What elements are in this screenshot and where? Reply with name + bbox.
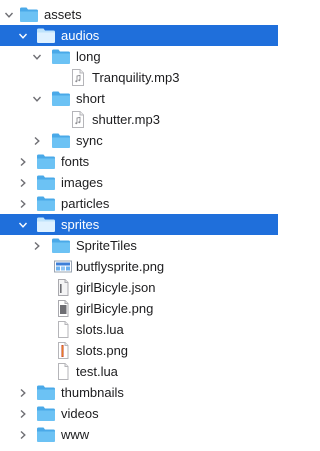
chevron-down-icon[interactable] bbox=[2, 4, 16, 25]
chevron-right-icon[interactable] bbox=[16, 403, 30, 424]
tree-row-label: short bbox=[76, 91, 105, 106]
tree-row-long[interactable]: long bbox=[0, 46, 278, 67]
folder-icon bbox=[36, 27, 56, 44]
tree-row-label: girlBicyle.json bbox=[76, 280, 156, 295]
tree-row-slots-png[interactable]: slots.png bbox=[0, 340, 278, 361]
tree-row-images[interactable]: images bbox=[0, 172, 278, 193]
folder-icon bbox=[36, 426, 56, 443]
chevron-down-icon[interactable] bbox=[16, 25, 30, 46]
folder-icon bbox=[36, 384, 56, 401]
folder-icon bbox=[36, 405, 56, 422]
tree-row-label: Tranquility.mp3 bbox=[92, 70, 180, 85]
tree-row-butflysprite-png[interactable]: butflysprite.png bbox=[0, 256, 278, 277]
image-file-icon bbox=[53, 342, 73, 359]
tree-row-label: slots.png bbox=[76, 343, 129, 358]
folder-icon bbox=[36, 216, 56, 233]
tree-row-label: sync bbox=[76, 133, 103, 148]
json-file-icon bbox=[53, 279, 73, 296]
tree-row-label: butflysprite.png bbox=[76, 259, 165, 274]
image-file-icon bbox=[53, 258, 73, 275]
text-file-icon bbox=[53, 363, 73, 380]
tree-row-assets[interactable]: assets bbox=[0, 4, 278, 25]
folder-icon bbox=[36, 153, 56, 170]
tree-row-spritetiles[interactable]: SpriteTiles bbox=[0, 235, 278, 256]
tree-row-shutter-mp3[interactable]: shutter.mp3 bbox=[0, 109, 278, 130]
folder-icon bbox=[51, 132, 71, 149]
tree-row-label: girlBicyle.png bbox=[76, 301, 154, 316]
tree-row-slots-lua[interactable]: slots.lua bbox=[0, 319, 278, 340]
tree-row-label: images bbox=[61, 175, 103, 190]
tree-row-audios[interactable]: audios bbox=[0, 25, 278, 46]
folder-icon bbox=[36, 174, 56, 191]
audio-file-icon bbox=[68, 111, 88, 128]
chevron-right-icon[interactable] bbox=[16, 193, 30, 214]
tree-row-label: SpriteTiles bbox=[76, 238, 137, 253]
tree-row-fonts[interactable]: fonts bbox=[0, 151, 278, 172]
folder-icon bbox=[19, 6, 39, 23]
tree-row-particles[interactable]: particles bbox=[0, 193, 278, 214]
image-file-icon bbox=[53, 300, 73, 317]
audio-file-icon bbox=[68, 69, 88, 86]
tree-row-label: sprites bbox=[61, 217, 100, 232]
tree-row-label: test.lua bbox=[76, 364, 118, 379]
tree-row-label: www bbox=[61, 427, 90, 442]
tree-row-label: long bbox=[76, 49, 101, 64]
tree-row-label: audios bbox=[61, 28, 100, 43]
folder-icon bbox=[36, 195, 56, 212]
tree-row-label: shutter.mp3 bbox=[92, 112, 160, 127]
chevron-right-icon[interactable] bbox=[30, 235, 44, 256]
chevron-down-icon[interactable] bbox=[30, 46, 44, 67]
tree-row-label: assets bbox=[44, 7, 82, 22]
chevron-right-icon[interactable] bbox=[16, 172, 30, 193]
tree-row-label: slots.lua bbox=[76, 322, 124, 337]
tree-row-label: fonts bbox=[61, 154, 90, 169]
tree-row-short[interactable]: short bbox=[0, 88, 278, 109]
tree-row-sprites[interactable]: sprites bbox=[0, 214, 278, 235]
tree-row-girlbicyle-png[interactable]: girlBicyle.png bbox=[0, 298, 278, 319]
chevron-right-icon[interactable] bbox=[16, 424, 30, 445]
tree-row-tranquility-mp3[interactable]: Tranquility.mp3 bbox=[0, 67, 278, 88]
chevron-right-icon[interactable] bbox=[30, 130, 44, 151]
folder-icon bbox=[51, 237, 71, 254]
chevron-down-icon[interactable] bbox=[30, 88, 44, 109]
tree-row-label: thumbnails bbox=[61, 385, 124, 400]
chevron-down-icon[interactable] bbox=[16, 214, 30, 235]
tree-row-thumbnails[interactable]: thumbnails bbox=[0, 382, 278, 403]
tree-row-girlbicyle-json[interactable]: girlBicyle.json bbox=[0, 277, 278, 298]
folder-icon bbox=[51, 90, 71, 107]
text-file-icon bbox=[53, 321, 73, 338]
tree-row-sync[interactable]: sync bbox=[0, 130, 278, 151]
tree-row-label: videos bbox=[61, 406, 99, 421]
chevron-right-icon[interactable] bbox=[16, 151, 30, 172]
tree-row-www[interactable]: www bbox=[0, 424, 278, 445]
tree-row-label: particles bbox=[61, 196, 110, 211]
tree-row-videos[interactable]: videos bbox=[0, 403, 278, 424]
file-icon-partial bbox=[38, 446, 58, 451]
folder-icon bbox=[51, 48, 71, 65]
chevron-right-icon[interactable] bbox=[16, 382, 30, 403]
tree-row-test-lua[interactable]: test.lua bbox=[0, 361, 278, 382]
